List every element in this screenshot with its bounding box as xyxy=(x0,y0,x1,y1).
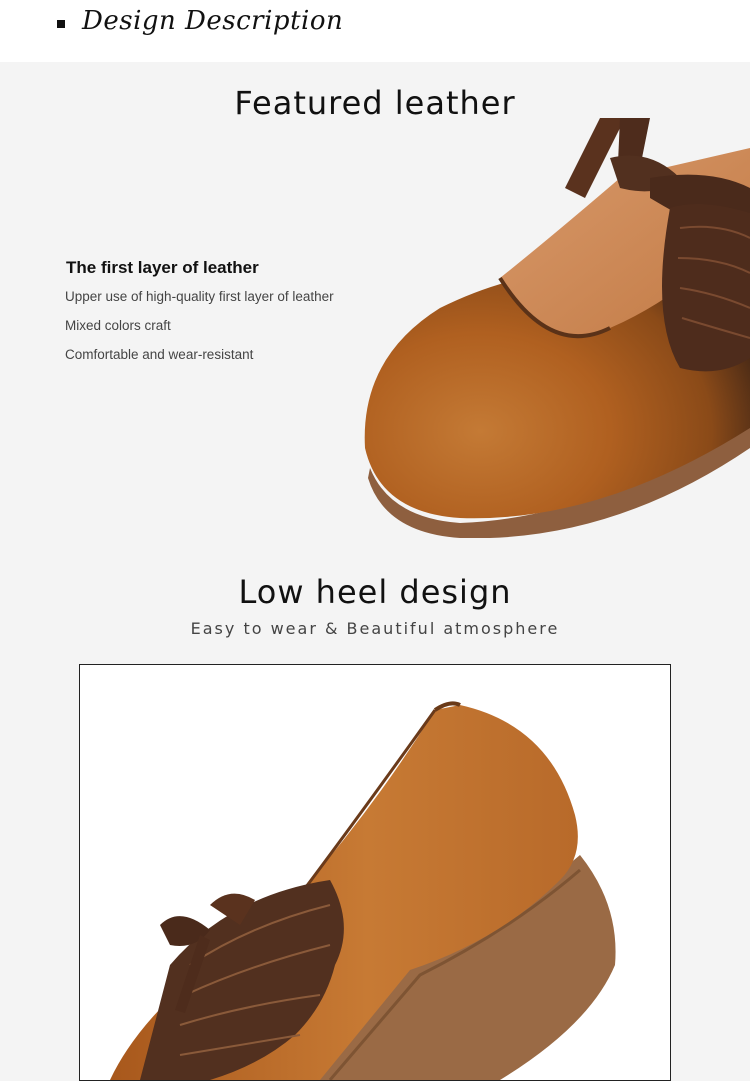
section-title: Design Description xyxy=(82,6,344,36)
bullet-icon xyxy=(57,20,65,28)
feature-line-1: Upper use of high-quality first layer of… xyxy=(65,289,334,304)
shoe-heel-photo xyxy=(79,664,671,1081)
feature-subtitle: The first layer of leather xyxy=(66,258,259,277)
low-heel-title: Low heel design xyxy=(238,573,512,611)
section-header: Design Description xyxy=(0,0,750,62)
shoe-toe-image xyxy=(364,118,750,538)
feature-line-2: Mixed colors craft xyxy=(65,318,171,333)
shoe-side-image xyxy=(110,701,616,1080)
feature-line-3: Comfortable and wear-resistant xyxy=(65,347,254,362)
low-heel-subtitle: Easy to wear & Beautiful atmosphere xyxy=(190,619,560,638)
featured-leather-title: Featured leather xyxy=(234,84,516,122)
